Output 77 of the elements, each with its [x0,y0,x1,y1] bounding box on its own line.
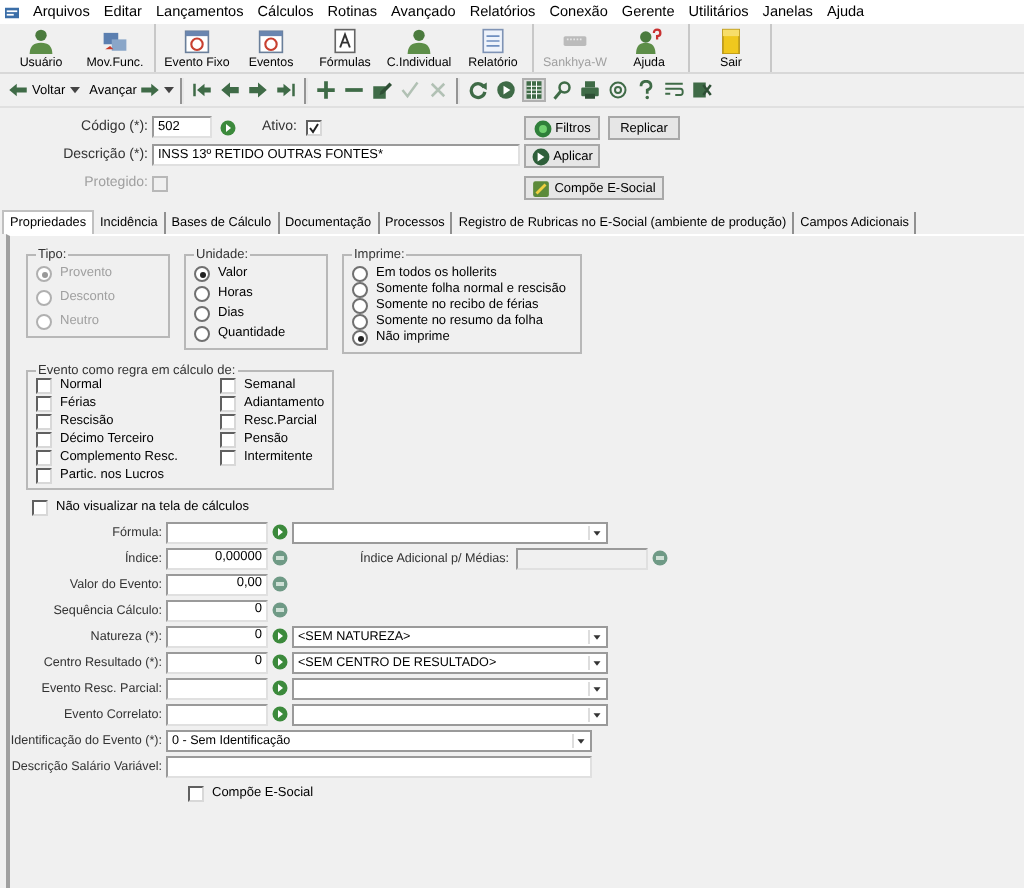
input-field[interactable] [166,704,268,725]
checkbox[interactable] [220,414,236,430]
transfer-icon [102,28,128,54]
calendar-icon [258,28,284,54]
checkbox[interactable] [188,785,204,801]
dropdown[interactable] [292,521,608,544]
calculator-icon [651,550,668,567]
checkbox[interactable] [36,396,52,412]
radio-button[interactable] [352,266,368,282]
dropdown-arrow-icon [588,629,604,644]
checkbox[interactable] [36,414,52,430]
radio-button[interactable] [194,286,210,302]
checkbox[interactable] [36,450,52,466]
dropdown-arrow-icon [588,655,604,670]
checkbox[interactable] [36,378,52,394]
play-circle-icon[interactable] [496,80,517,100]
person-icon [28,28,54,54]
formula-icon [332,28,358,54]
checkbox[interactable] [36,468,52,484]
dropdown-arrow-icon [588,681,604,696]
input-field[interactable] [166,522,268,543]
input-field[interactable] [166,755,592,778]
radio-button[interactable] [352,298,368,314]
left-arrow-icon [8,80,28,100]
dropdown-arrow-icon [588,707,604,722]
radio-button[interactable] [352,330,368,346]
radio-button[interactable] [194,306,210,322]
checkbox[interactable] [36,432,52,448]
checkbox[interactable] [220,432,236,448]
text-wrap-icon[interactable] [664,80,685,100]
input-field [515,547,648,570]
caret-icon[interactable] [69,86,80,94]
calculator-icon[interactable] [272,602,288,619]
apply-icon [531,147,550,165]
radio-button[interactable] [194,266,210,282]
right-arrow-icon [140,80,161,100]
spreadsheet-icon[interactable] [692,80,713,100]
lookup-icon[interactable] [272,654,288,671]
next-icon[interactable] [248,80,269,100]
radio-button[interactable] [352,282,368,298]
first-record-icon[interactable] [192,80,213,100]
checkbox[interactable] [220,396,236,412]
lookup-icon[interactable] [272,524,288,541]
print-icon[interactable] [580,80,601,100]
dropdown[interactable] [292,677,608,700]
search-icon[interactable] [552,80,573,100]
radio-button[interactable] [352,314,368,330]
calculator-icon[interactable] [272,576,288,593]
grid-icon[interactable] [524,80,545,100]
dropdown-arrow-icon [588,525,604,540]
radio-button[interactable] [194,326,210,342]
circle-icon [533,119,552,137]
person-question-icon [636,28,662,54]
lookup-icon[interactable] [272,628,288,645]
lookup-icon[interactable] [272,706,288,723]
last-record-icon[interactable] [276,80,297,100]
calendar-icon [184,28,210,54]
checkbox[interactable] [305,119,322,135]
checkbox[interactable] [32,500,48,516]
input-field[interactable] [166,678,268,699]
caret-icon[interactable] [164,86,175,94]
plus-icon[interactable] [316,80,337,100]
help-icon[interactable] [636,80,657,100]
document-icon [480,28,506,54]
previous-icon[interactable] [220,80,241,100]
edit-icon[interactable] [372,80,393,100]
checkbox[interactable] [220,450,236,466]
door-icon [718,28,744,54]
refresh-icon[interactable] [468,80,489,100]
calculator-icon[interactable] [272,550,288,567]
checkbox[interactable] [220,378,236,394]
lookup-icon[interactable] [272,680,288,697]
lookup-icon[interactable] [220,119,236,135]
pencil-icon [532,179,551,197]
person-icon [406,28,432,54]
dropdown[interactable] [292,703,608,726]
dropdown-arrow-icon [572,733,588,748]
